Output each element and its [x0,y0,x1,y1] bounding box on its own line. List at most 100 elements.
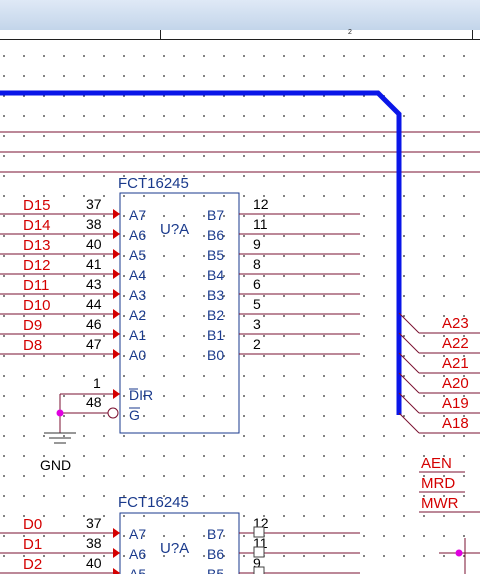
pin-number: 12 [253,196,269,212]
pin-number: 48 [86,394,102,410]
pin-number: 1 [93,375,101,391]
pin-number: 41 [86,256,102,272]
input-arrow [113,209,120,219]
pin-name: B4 [207,267,224,283]
pin-name: B7 [207,207,224,223]
no-connect-marker[interactable] [253,566,265,574]
sheet-ruler: 2 [0,29,480,40]
pin-number: 44 [86,296,102,312]
input-arrow [113,548,120,558]
input-arrow [113,229,120,239]
ruler-tick [160,30,161,39]
input-arrow [113,389,120,399]
part-type: FCT16245 [118,175,189,192]
pin-name: B1 [207,327,224,343]
pin-name: B3 [207,287,224,303]
pin-name: A5 [129,566,146,574]
schematic-drawing[interactable]: A23 A22 A21 A20 A19 A18 AEN MRD MWR FCT1… [0,40,480,574]
input-arrow [113,289,120,299]
pin-number: 2 [253,336,261,352]
bus-entry[interactable] [398,352,420,374]
pin-name: A6 [129,546,146,562]
pin-number: 3 [253,316,261,332]
net-label[interactable]: D10 [23,297,51,314]
pin-name: B6 [207,546,224,562]
pin-number: 40 [86,555,102,571]
junction-dot [455,549,463,557]
pin-name: A6 [129,227,146,243]
inversion-bubble [107,407,119,419]
pin-name: B2 [207,307,224,323]
pin-name: A4 [129,267,146,283]
bus-entry[interactable] [398,332,420,354]
net-label[interactable]: D2 [23,556,42,573]
pin-name: A7 [129,526,146,542]
net-label[interactable]: D14 [23,217,51,234]
pin-number: 9 [253,236,261,252]
bus-entry[interactable] [398,372,420,394]
pin-name: A2 [129,307,146,323]
ruler-tick [472,30,473,39]
net-label-a19[interactable]: A19 [442,395,469,412]
pin-number: 6 [253,276,261,292]
pin-number: 38 [86,216,102,232]
pin-name: A0 [129,347,146,363]
pin-number: 40 [86,236,102,252]
net-label-a18[interactable]: A18 [442,415,469,432]
net-label-a22[interactable]: A22 [442,335,469,352]
part-u-a-2[interactable]: FCT16245 U?A D0 37A7D1 38A6D2 40A5 B712B611… [0,494,360,574]
pin-number: 43 [86,276,102,292]
part-reference: U?A [160,540,189,557]
pin-name: B6 [207,227,224,243]
input-arrow [113,568,120,574]
pin-name: B5 [207,566,224,574]
net-label[interactable]: D12 [23,257,51,274]
pin-number: 37 [86,515,102,531]
pin-name: A1 [129,327,146,343]
net-label[interactable]: D11 [23,277,49,294]
pin-name: B5 [207,247,224,263]
net-label-a21[interactable]: A21 [442,355,469,372]
bus-entry[interactable] [398,412,420,434]
input-arrow [113,349,120,359]
pin-number: 38 [86,535,102,551]
pin-number: 47 [86,336,102,352]
input-arrow [113,249,120,259]
pin-name: B0 [207,347,224,363]
pin-name: A3 [129,287,146,303]
pin-name-g: G [129,407,140,423]
pin-number: 5 [253,296,261,312]
input-arrow [113,269,120,279]
net-label-a20[interactable]: A20 [442,375,469,392]
junction-dot [56,409,64,417]
schematic-canvas[interactable]: A23 A22 A21 A20 A19 A18 AEN MRD MWR FCT1… [0,40,480,574]
window-title-bar [0,0,480,31]
pin-number: 37 [86,196,102,212]
bus-entry[interactable] [398,392,420,414]
bus-entry[interactable] [398,312,420,334]
input-arrow [113,528,120,538]
net-label-a23[interactable]: A23 [442,315,469,332]
pin-number: 8 [253,256,261,272]
pin-number: 46 [86,316,102,332]
pin-name: A5 [129,247,146,263]
net-label[interactable]: D15 [23,197,51,214]
part-u-a-1[interactable]: FCT16245 U?A D15 37A7D14 38A6D13 40A5D12 41A… [0,175,360,473]
part-type: FCT16245 [118,494,189,511]
net-label[interactable]: D8 [23,337,42,354]
net-label-mrd[interactable]: MRD [421,475,455,492]
net-label[interactable]: D13 [23,237,51,254]
net-label[interactable]: D1 [23,536,42,553]
pin-name: B7 [207,526,224,542]
part-reference: U?A [160,221,189,238]
net-label[interactable]: D9 [23,317,42,334]
net-label-aen[interactable]: AEN [421,455,452,472]
pin-name: A7 [129,207,146,223]
input-arrow [113,309,120,319]
gnd-label[interactable]: GND [40,457,71,473]
net-label-mwr[interactable]: MWR [421,495,459,512]
input-arrow [113,329,120,339]
ruler-zone-number: 2 [348,29,352,36]
pin-number: 11 [253,216,268,232]
net-label[interactable]: D0 [23,516,42,533]
